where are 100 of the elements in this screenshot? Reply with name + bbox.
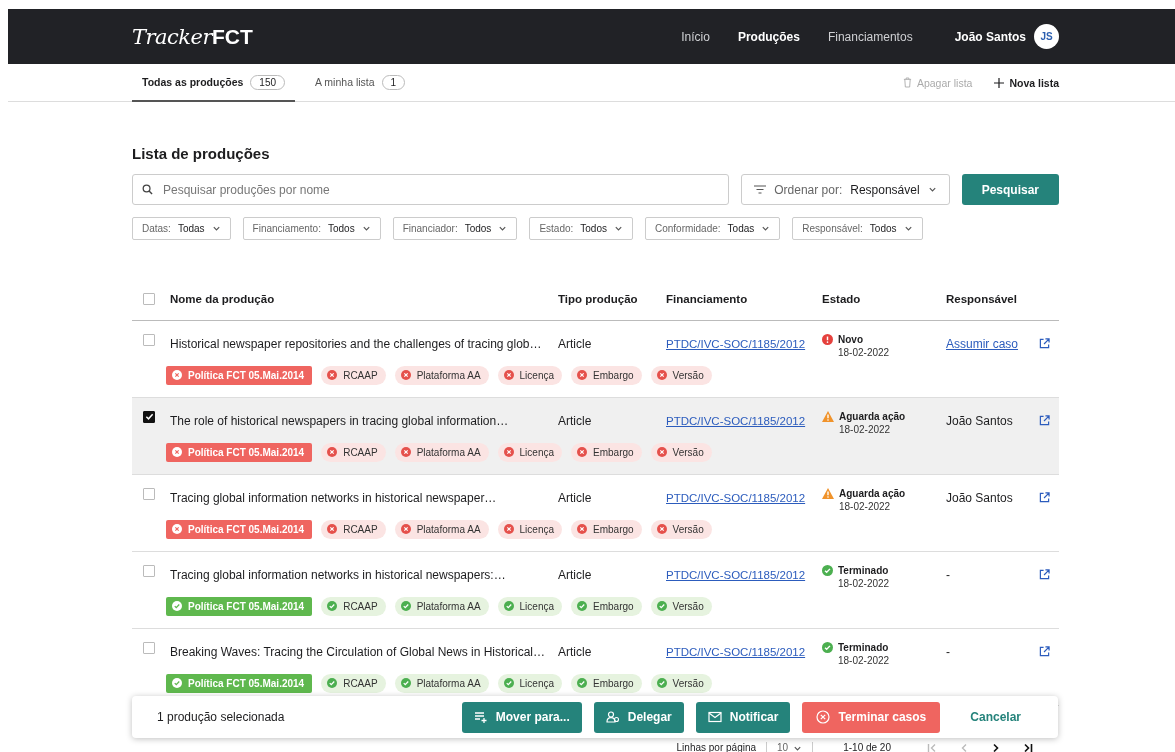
check-circle-icon xyxy=(172,601,182,611)
compliance-tag: Embargo xyxy=(571,442,642,462)
filter-dropdown[interactable]: Responsável: Todos xyxy=(792,217,923,240)
compliance-tag: Versão xyxy=(650,442,712,462)
check-circle-icon xyxy=(656,601,667,611)
table-row[interactable]: Tracing global information networks in historical newspaper… Article PTDC/IVC-SOC/1185/2012 Aguarda ação 18-02-2022 João Santos Política FCT 05.Mai.2014 RCAAP Plataforma AA Licença Embargo Versão xyxy=(132,475,1059,552)
production-name: The role of historical newspapers in tracing global information… xyxy=(170,412,510,428)
x-circle-icon xyxy=(172,524,182,534)
filter-dropdown[interactable]: Datas: Todas xyxy=(132,217,231,240)
funding-link[interactable]: PTDC/IVC-SOC/1185/2012 xyxy=(666,488,806,504)
assume-case-link[interactable]: Assumir caso xyxy=(946,333,1019,351)
responsible-name: João Santos xyxy=(946,412,1013,428)
chevron-down-icon xyxy=(761,224,771,233)
x-circle-icon xyxy=(577,370,587,380)
check-circle-icon xyxy=(822,641,833,653)
list-tab[interactable]: Todas as produções 150 xyxy=(132,64,296,102)
responsible-name: João Santos xyxy=(946,489,1013,505)
filter-dropdown[interactable]: Conformidade: Todas xyxy=(645,217,781,240)
user-avatar[interactable]: JS xyxy=(1034,24,1059,49)
table-cell-text: Article xyxy=(558,335,593,351)
delegate-button[interactable]: Delegar xyxy=(593,701,684,733)
table-cell-text: Article xyxy=(558,412,593,428)
compliance-tag: Licença xyxy=(497,365,562,385)
check-circle-icon xyxy=(577,678,587,688)
trash-icon xyxy=(902,77,912,88)
filter-dropdown[interactable]: Financiador: Todos xyxy=(392,217,518,240)
chevron-down-icon xyxy=(498,224,508,233)
x-circle-icon xyxy=(577,524,587,534)
warning-icon xyxy=(822,487,834,499)
column-header: Financiamento xyxy=(666,293,749,305)
status-date: 18-02-2022 xyxy=(838,654,890,666)
checkbox[interactable] xyxy=(143,293,155,305)
checkbox[interactable] xyxy=(143,641,155,654)
compliance-tag: RCAAP xyxy=(321,673,386,693)
status-date: 18-02-2022 xyxy=(838,346,890,358)
check-circle-icon xyxy=(400,601,411,611)
compliance-tag: Política FCT 05.Mai.2014 xyxy=(166,365,313,385)
compliance-tag: Licença xyxy=(497,596,562,616)
production-name: Historical newspaper repositories and the challenges of tracing glob… xyxy=(170,335,543,351)
funding-link[interactable]: PTDC/IVC-SOC/1185/2012 xyxy=(666,642,806,658)
funding-link[interactable]: PTDC/IVC-SOC/1185/2012 xyxy=(666,334,806,350)
search-button[interactable]: Pesquisar xyxy=(961,174,1059,205)
notify-button[interactable]: Notificar xyxy=(695,701,791,733)
production-name: Tracing global information networks in historical newspaper… xyxy=(170,489,498,505)
status-label: Terminado xyxy=(838,641,890,653)
move-button[interactable]: Mover para... xyxy=(461,701,582,733)
nav-link[interactable]: Produções xyxy=(737,29,800,44)
filter-dropdown[interactable]: Financiamento: Todos xyxy=(242,217,381,240)
checkbox[interactable] xyxy=(143,487,155,500)
table-row[interactable]: Historical newspaper repositories and the challenges of tracing glob… Article PTDC/IVC-SOC/1185/2012 Novo 18-02-2022 Assumir caso Política FCT 05.Mai.2014 RCAAP Plataforma AA Licença Embargo Versão xyxy=(132,321,1059,398)
chevron-down-icon xyxy=(361,224,371,233)
nav-link[interactable]: Financiamentos xyxy=(827,29,913,44)
production-name: Tracing global information networks in historical newspapers:… xyxy=(170,566,507,582)
check-circle-icon xyxy=(172,678,182,688)
funding-link[interactable]: PTDC/IVC-SOC/1185/2012 xyxy=(666,565,806,581)
filter-dropdown[interactable]: Estado: Todos xyxy=(529,217,633,240)
new-list-button[interactable]: Nova lista xyxy=(994,76,1059,89)
page-title: Lista de produções xyxy=(132,145,271,162)
status-date: 18-02-2022 xyxy=(838,577,890,589)
checkbox[interactable] xyxy=(143,410,155,423)
check-circle-icon xyxy=(327,601,338,611)
selection-summary: 1 produção selecionada xyxy=(157,710,285,724)
user-name[interactable]: João Santos xyxy=(954,29,1026,44)
table-cell-text: Article xyxy=(558,643,593,659)
table-row[interactable]: The role of historical newspapers in tracing global information… Article PTDC/IVC-SOC/1185/2012 Aguarda ação 18-02-2022 João Santos Política FCT 05.Mai.2014 RCAAP Plataforma AA Licença Embargo Versão xyxy=(132,398,1059,475)
x-circle-icon xyxy=(327,370,338,380)
compliance-tag: RCAAP xyxy=(321,365,386,385)
compliance-tag: Embargo xyxy=(571,673,642,693)
compliance-tag: RCAAP xyxy=(321,442,386,462)
sort-dropdown[interactable]: Ordenar por: Responsável xyxy=(741,174,950,205)
compliance-tag: Política FCT 05.Mai.2014 xyxy=(166,673,313,693)
plus-icon xyxy=(994,77,1005,88)
table-row[interactable]: Tracing global information networks in historical newspapers:… Article PTDC/IVC-SOC/1185/2012 Terminado 18-02-2022 - Política FCT 05.Mai.2014 RCAAP Plataforma AA Licença Embargo Versão xyxy=(132,552,1059,629)
responsible-name: - xyxy=(946,566,950,582)
x-circle-icon xyxy=(327,447,338,457)
column-header: Responsável xyxy=(946,293,1018,305)
list-tab[interactable]: A minha lista 1 xyxy=(305,64,416,102)
check-circle-icon xyxy=(822,564,833,576)
status-label: Aguarda ação xyxy=(839,410,906,422)
logo: TrackerFCT xyxy=(132,24,253,49)
rows-per-page-dropdown[interactable]: 10 xyxy=(777,742,803,752)
funding-link[interactable]: PTDC/IVC-SOC/1185/2012 xyxy=(666,411,806,427)
status-label: Aguarda ação xyxy=(839,487,906,499)
compliance-tag: Licença xyxy=(497,673,562,693)
search-icon xyxy=(142,184,153,195)
x-circle-icon xyxy=(503,447,514,457)
check-circle-icon xyxy=(503,601,514,611)
compliance-tag: Licença xyxy=(497,519,562,539)
x-circle-icon xyxy=(327,524,338,534)
status-label: Terminado xyxy=(838,564,890,576)
checkbox[interactable] xyxy=(143,564,155,577)
checkbox[interactable] xyxy=(143,333,155,346)
compliance-tag: Versão xyxy=(650,596,712,616)
x-circle-icon xyxy=(400,447,411,457)
search-field[interactable]: Pesquisar produções por nome xyxy=(132,174,730,205)
x-circle-icon xyxy=(656,370,667,380)
column-header: Nome da produção xyxy=(170,293,276,305)
compliance-tag: RCAAP xyxy=(321,519,386,539)
compliance-tag: Plataforma AA xyxy=(394,596,489,616)
nav-link[interactable]: Início xyxy=(681,29,710,44)
